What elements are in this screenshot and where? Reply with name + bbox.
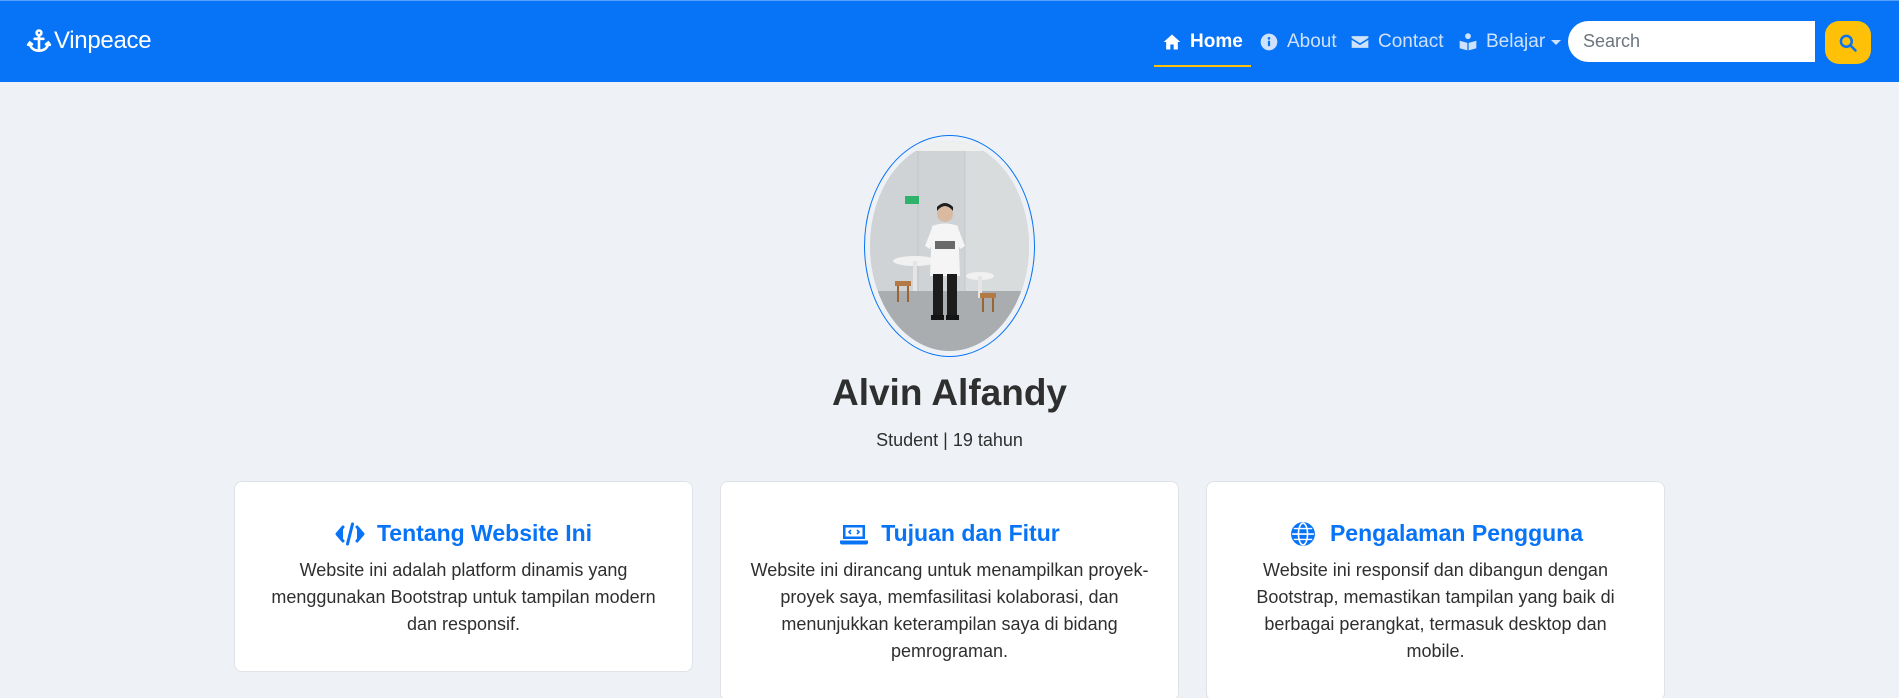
book-reader-icon — [1459, 33, 1477, 51]
profile-subtitle: Student | 19 tahun — [876, 430, 1023, 450]
nav-belajar-dropdown[interactable]: Belajar — [1458, 27, 1562, 57]
profile-photo-illustration — [870, 141, 1029, 351]
nav-home[interactable]: Home — [1162, 27, 1243, 57]
card-title-text: Pengalaman Pengguna — [1329, 520, 1584, 546]
profile-name: Alvin Alfandy — [831, 372, 1068, 413]
profile-photo — [870, 141, 1029, 351]
card-text: Website ini dirancang untuk menampilkan … — [750, 560, 1149, 661]
envelope-icon — [1351, 36, 1369, 48]
nav-contact[interactable]: Contact — [1350, 27, 1443, 57]
navbar: Vinpeace Home About Contact Belajar — [0, 0, 1899, 82]
card-title: Tujuan dan Fitur — [749, 520, 1150, 547]
chevron-down-icon — [1551, 39, 1562, 45]
card-about-website: Tentang Website Ini Website ini adalah p… — [234, 481, 693, 672]
home-icon — [1163, 34, 1181, 50]
search-icon — [1839, 34, 1857, 52]
anchor-icon — [26, 29, 52, 53]
card-user-experience: Pengalaman Pengguna Website ini responsi… — [1206, 481, 1665, 698]
nav-active-underline — [1154, 65, 1251, 67]
laptop-code-icon — [840, 524, 869, 544]
card-goals-features: Tujuan dan Fitur Website ini dirancang u… — [720, 481, 1179, 698]
code-icon — [335, 522, 365, 545]
nav-contact-label: Contact — [1378, 31, 1444, 52]
nav-about-label: About — [1287, 31, 1337, 52]
nav-about[interactable]: About — [1259, 27, 1337, 57]
nav-belajar-label: Belajar — [1486, 31, 1546, 52]
card-title: Pengalaman Pengguna — [1235, 520, 1636, 547]
globe-icon — [1291, 521, 1315, 546]
info-circle-icon — [1260, 33, 1278, 51]
card-text: Website ini adalah platform dinamis yang… — [271, 560, 656, 634]
search-button[interactable] — [1825, 21, 1871, 64]
avatar — [864, 135, 1035, 357]
card-title-text: Tentang Website Ini — [376, 520, 593, 546]
card-title-text: Tujuan dan Fitur — [881, 520, 1060, 546]
search-input[interactable] — [1568, 21, 1815, 62]
card-text: Website ini responsif dan dibangun denga… — [1256, 560, 1615, 661]
nav-home-label: Home — [1190, 31, 1243, 52]
card-title: Tentang Website Ini — [263, 520, 664, 547]
brand-name: Vinpeace — [54, 27, 152, 54]
brand-link[interactable]: Vinpeace — [26, 27, 152, 55]
